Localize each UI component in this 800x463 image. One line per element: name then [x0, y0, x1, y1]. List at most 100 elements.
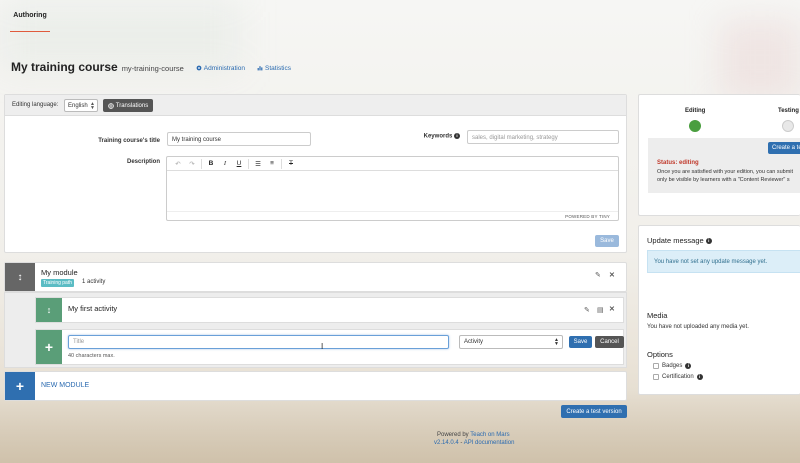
text-cursor-icon: I — [321, 342, 324, 351]
create-test-version-button[interactable]: Create a test version — [561, 405, 627, 418]
update-message-box: You have not set any update message yet. — [647, 250, 800, 273]
bar-chart-icon — [257, 66, 263, 71]
update-message-title-text: Update message — [647, 236, 704, 245]
footer-version: v2.14.0.4 - API documentation — [434, 440, 514, 446]
step-editing-label: Editing — [685, 108, 706, 114]
tab-authoring[interactable]: Authoring — [10, 10, 50, 32]
toolbar-divider — [201, 158, 202, 169]
course-slug: my-training-course — [121, 64, 184, 73]
globe-icon — [108, 102, 114, 109]
select-arrows-icon: ▲ ▼ — [554, 337, 559, 347]
module-row: ↕ My module Training path 1 activity ✎ ✕ — [4, 262, 627, 292]
activity-type-select[interactable]: Activity ▲ ▼ — [459, 335, 563, 349]
underline-icon[interactable]: U — [232, 158, 246, 170]
gear-icon — [196, 65, 202, 71]
toolbar-divider — [248, 158, 249, 169]
save-course-button[interactable]: Save — [595, 235, 619, 247]
italic-icon[interactable]: I — [218, 158, 232, 170]
status-label: Status: editing — [657, 160, 699, 166]
badges-label: Badges — [662, 363, 683, 369]
step-testing-dot — [782, 120, 794, 132]
step-editing-dot — [689, 120, 701, 132]
language-toolbar: Editing language: English ▲ ▼ Translation… — [5, 95, 626, 116]
toolbar-divider — [281, 158, 282, 169]
translations-button[interactable]: Translations — [103, 99, 153, 112]
undo-icon[interactable]: ↶ — [171, 158, 185, 170]
activity-row: ↕ My first activity ✎ ▤ ✕ — [35, 297, 624, 323]
update-message-title: Update message i — [647, 236, 712, 245]
activity-title-input[interactable]: Title — [68, 335, 449, 349]
keywords-input[interactable]: sales, digital marketing, strategy — [467, 130, 619, 144]
numbered-list-icon[interactable]: ≡ — [265, 158, 279, 170]
statistics-link[interactable]: Statistics — [257, 65, 291, 72]
new-module-label[interactable]: NEW MODULE — [41, 382, 89, 389]
option-certification[interactable]: Certification i — [653, 374, 703, 380]
save-activity-button[interactable]: Save — [569, 336, 592, 348]
create-test-version-side-button[interactable]: Create a test version — [768, 142, 800, 154]
editor-footer: POWERED BY TINY — [167, 211, 618, 220]
clear-format-icon[interactable]: T — [284, 158, 298, 170]
footer-powered-by: Powered by Teach on Mars — [437, 432, 510, 438]
badges-checkbox[interactable] — [653, 363, 659, 369]
version-text: v2.14.0.4 — [434, 440, 459, 446]
bold-icon[interactable]: B — [204, 158, 218, 170]
module-title[interactable]: My module — [41, 268, 78, 277]
course-form-panel: Editing language: English ▲ ▼ Translation… — [4, 94, 627, 253]
info-icon[interactable]: i — [685, 363, 692, 369]
add-activity-icon[interactable]: + — [36, 330, 62, 364]
cancel-activity-button[interactable]: Cancel — [595, 336, 624, 348]
editor-toolbar: ↶ ↷ B I U ☰ ≡ T — [167, 157, 618, 171]
activity-type-value: Activity — [464, 339, 484, 345]
add-activity-row: + Title 40 characters max. Activity ▲ ▼ S… — [35, 329, 624, 365]
title-label: Training course's title — [98, 138, 160, 144]
activity-title[interactable]: My first activity — [68, 304, 117, 313]
select-arrows-icon: ▲ ▼ — [90, 101, 95, 111]
training-path-badge: Training path — [41, 279, 74, 287]
administration-link[interactable]: Administration — [196, 65, 245, 72]
edit-module-icon[interactable]: ✎ — [595, 271, 601, 279]
module-body: ↕ My first activity ✎ ▤ ✕ + Title 40 cha… — [4, 292, 627, 368]
option-badges[interactable]: Badges i — [653, 363, 692, 369]
activity-count: 1 activity — [82, 279, 106, 285]
api-documentation-link[interactable]: API documentation — [464, 440, 515, 446]
delete-module-icon[interactable]: ✕ — [609, 271, 615, 279]
status-text-line-1: Once you are satisfied with your edition… — [657, 169, 794, 175]
edit-activity-icon[interactable]: ✎ — [584, 306, 590, 314]
info-icon[interactable]: i — [696, 374, 703, 380]
keywords-label: Keywords i — [385, 133, 460, 140]
language-select-value: English — [68, 103, 88, 109]
options-title: Options — [647, 350, 673, 359]
new-module-row[interactable]: + NEW MODULE — [4, 371, 627, 401]
workflow-steps: Editing Testing — [639, 95, 800, 135]
certification-checkbox[interactable] — [653, 374, 659, 380]
top-nav: Authoring — [0, 0, 800, 32]
course-title-input[interactable]: My training course — [167, 132, 311, 146]
step-testing-label: Testing — [778, 108, 799, 114]
document-icon[interactable]: ▤ — [597, 306, 604, 314]
bullet-list-icon[interactable]: ☰ — [251, 158, 265, 170]
status-box: Create a test version Status: editing On… — [648, 138, 800, 193]
delete-activity-icon[interactable]: ✕ — [609, 305, 615, 313]
editing-language-label: Editing language: — [12, 102, 59, 108]
page-title: My training course — [11, 60, 118, 74]
description-label: Description — [126, 159, 160, 165]
media-title: Media — [647, 311, 668, 320]
module-drag-handle-icon[interactable]: ↕ — [5, 263, 35, 291]
chars-max-hint: 40 characters max. — [68, 353, 115, 359]
status-description: Once you are satisfied with your edition… — [657, 168, 800, 184]
certification-label: Certification — [662, 374, 694, 380]
activity-drag-handle-icon[interactable]: ↕ — [36, 298, 62, 322]
teach-on-mars-link[interactable]: Teach on Mars — [470, 432, 509, 438]
course-header: My training course my-training-course Ad… — [11, 60, 291, 80]
language-select[interactable]: English ▲ ▼ — [64, 99, 98, 112]
description-editor[interactable]: ↶ ↷ B I U ☰ ≡ T POWERED BY TINY — [166, 156, 619, 221]
keywords-label-text: Keywords — [423, 133, 453, 140]
statistics-link-label: Statistics — [264, 64, 291, 72]
status-panel: Editing Testing Create a test version St… — [638, 94, 800, 216]
info-panel: Update message i You have not set any up… — [638, 225, 800, 395]
info-icon[interactable]: i — [454, 133, 460, 139]
administration-link-label: Administration — [203, 64, 245, 72]
info-icon[interactable]: i — [705, 238, 712, 245]
add-module-icon[interactable]: + — [5, 372, 35, 400]
redo-icon[interactable]: ↷ — [185, 158, 199, 170]
